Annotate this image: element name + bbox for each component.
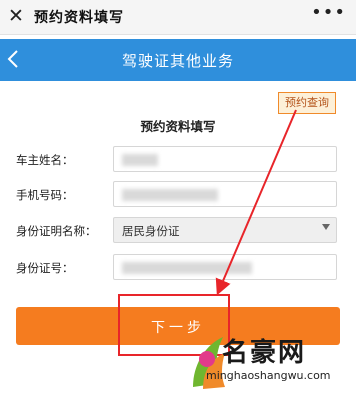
id-number-label: 身份证号： bbox=[16, 261, 74, 275]
page-header: 驾驶证其他业务 bbox=[0, 39, 356, 81]
id-number-input[interactable] bbox=[113, 254, 337, 280]
wechat-title-bar: ✕ 预约资料填写 ••• bbox=[0, 0, 356, 35]
id-type-select[interactable]: 居民身份证 bbox=[113, 217, 337, 243]
watermark-name: 名豪网 bbox=[222, 338, 307, 368]
id-type-label: 身份证明名称： bbox=[16, 224, 97, 238]
phone-input[interactable] bbox=[113, 181, 337, 207]
appointment-query-link[interactable]: 预约查询 bbox=[278, 92, 336, 114]
caret-down-icon bbox=[322, 224, 330, 230]
blurred-value bbox=[122, 262, 252, 274]
more-dots-icon[interactable]: ••• bbox=[311, 2, 346, 23]
phone-label: 手机号码： bbox=[16, 188, 74, 202]
id-type-value: 居民身份证 bbox=[122, 224, 180, 238]
page-title: 驾驶证其他业务 bbox=[121, 52, 234, 70]
blurred-value bbox=[122, 154, 158, 166]
close-icon[interactable]: ✕ bbox=[8, 5, 24, 27]
window-title: 预约资料填写 bbox=[34, 10, 124, 26]
form-title: 预约资料填写 bbox=[140, 119, 216, 134]
owner-name-label: 车主姓名： bbox=[16, 153, 74, 167]
owner-name-input[interactable] bbox=[113, 146, 337, 172]
watermark-url: minghaoshangwu.com bbox=[206, 369, 331, 382]
blurred-value bbox=[122, 189, 218, 201]
